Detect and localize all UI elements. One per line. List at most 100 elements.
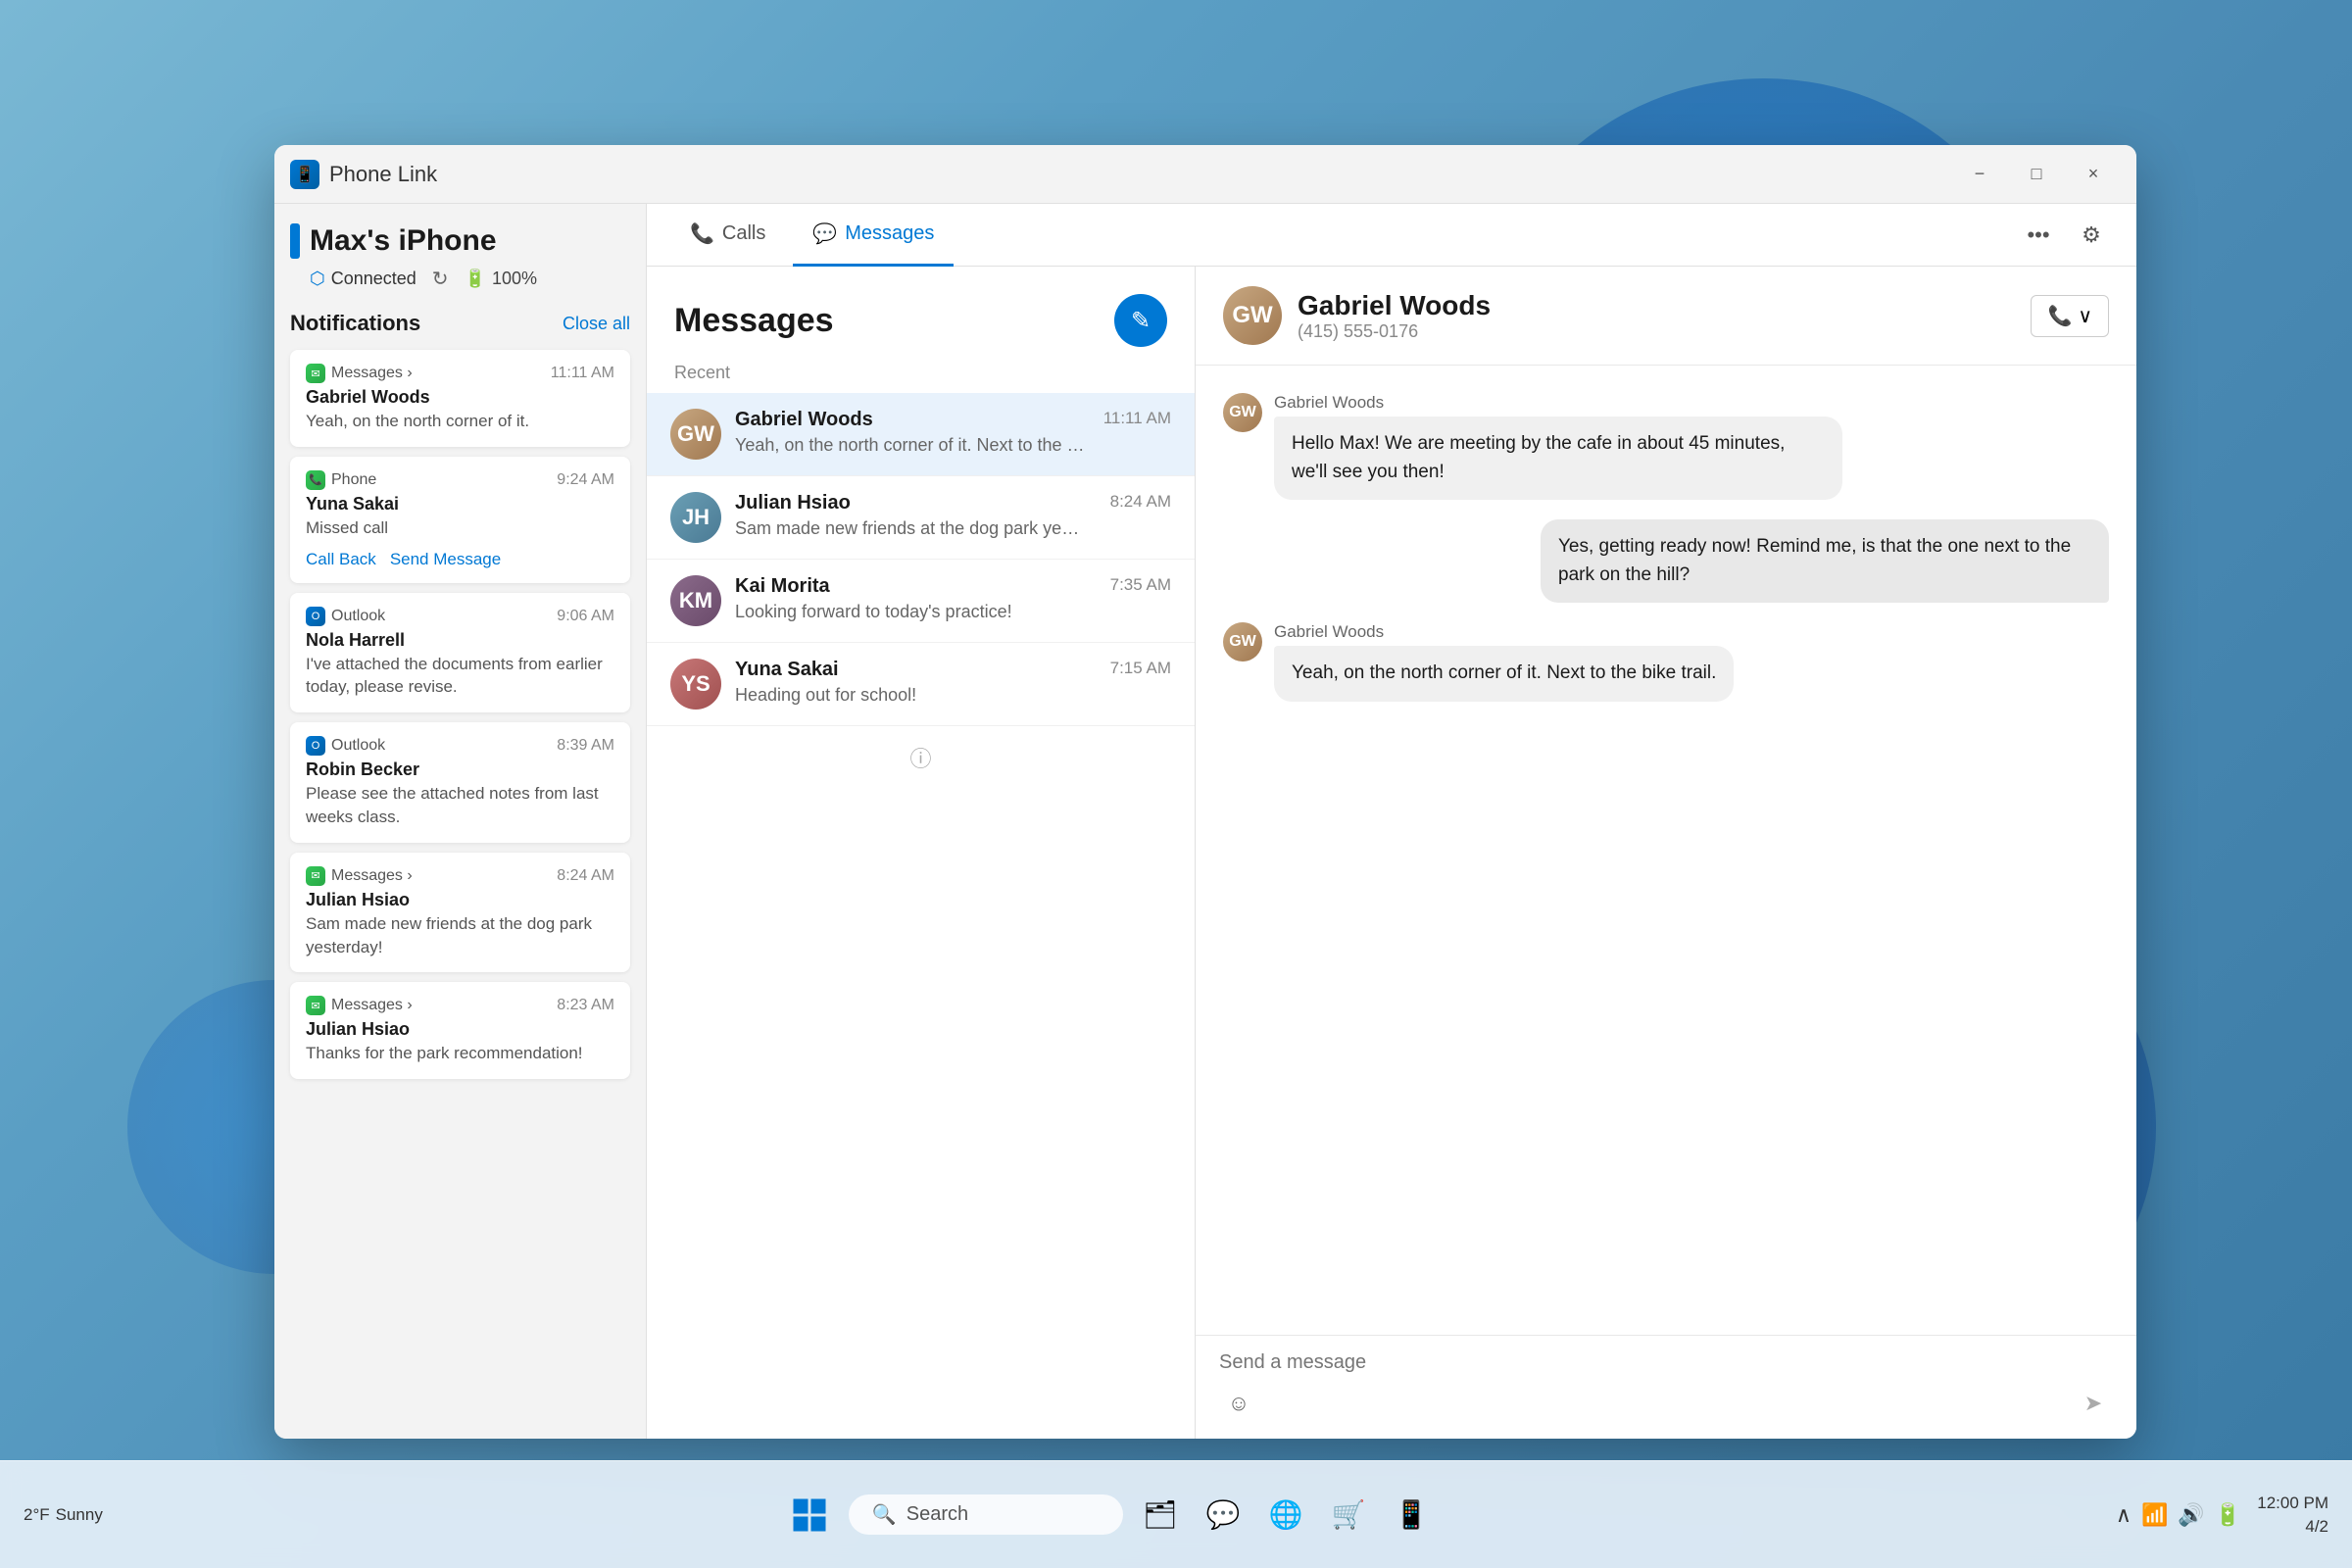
more-options-button[interactable]: ••• — [2017, 214, 2060, 257]
device-color-bar — [290, 223, 300, 259]
call-button[interactable]: 📞 ∨ — [2031, 295, 2109, 337]
msg-name-time: Kai Morita 7:35 AM — [735, 575, 1171, 598]
system-clock[interactable]: 12:00 PM 4/2 — [2257, 1492, 2328, 1539]
battery-level: 100% — [492, 269, 537, 289]
notification-item: O Outlook 8:39 AM Robin Becker Please se… — [290, 722, 630, 843]
info-icon[interactable]: ⓘ — [909, 742, 931, 773]
volume-icon[interactable]: 🔋 — [2215, 1502, 2241, 1528]
notif-time: 9:24 AM — [557, 471, 614, 489]
message-list-item[interactable]: GW Gabriel Woods 11:11 AM Yeah, on the n… — [647, 393, 1195, 476]
notif-app-label: 📞 Phone — [306, 470, 376, 490]
sidebar: Max's iPhone ⬡ Connected ↻ 🔋 100% Notifi — [274, 204, 647, 1439]
send-button[interactable]: ➤ — [2074, 1384, 2113, 1423]
start-button[interactable] — [782, 1488, 837, 1543]
sender-avatar: GW — [1223, 622, 1262, 662]
taskbar-center: 🔍 Search 🗂 💬 🌐 🛒 📱 — [782, 1488, 1437, 1543]
expand-tray-icon[interactable]: ∧ — [2116, 1502, 2132, 1528]
message-content: Yuna Sakai 7:15 AM Heading out for schoo… — [735, 659, 1171, 706]
notif-time: 11:11 AM — [551, 365, 614, 382]
minimize-button[interactable]: − — [1952, 155, 2007, 194]
messages-icon: 💬 — [812, 221, 837, 246]
message-content: Julian Hsiao 8:24 AM Sam made new friend… — [735, 492, 1171, 539]
tab-calls[interactable]: 📞 Calls — [670, 204, 785, 267]
chat-contact-avatar: GW — [1223, 286, 1282, 345]
chat-panel: GW Gabriel Woods (415) 555-0176 📞 ∨ — [1196, 267, 2136, 1439]
msg-name-time: Julian Hsiao 8:24 AM — [735, 492, 1171, 514]
network-icon[interactable]: 📶 — [2141, 1502, 2168, 1528]
notification-item: ✉ Messages › 8:24 AM Julian Hsiao Sam ma… — [290, 853, 630, 973]
message-preview: Looking forward to today's practice! — [735, 602, 1088, 622]
send-message-button[interactable]: Send Message — [390, 550, 501, 569]
messages-app-icon: ✉ — [306, 866, 325, 886]
app-title: Phone Link — [329, 162, 437, 187]
call-back-button[interactable]: Call Back — [306, 550, 376, 569]
notif-header-row: ✉ Messages › 8:24 AM — [306, 866, 614, 886]
sender-label: Gabriel Woods — [1274, 393, 1842, 413]
notif-message: Thanks for the park recommendation! — [306, 1042, 614, 1065]
notif-actions: Call Back Send Message — [306, 550, 614, 569]
taskbar-icon-widgets[interactable]: 🗂 — [1135, 1490, 1186, 1541]
wifi-icon[interactable]: 🔊 — [2178, 1502, 2204, 1528]
notification-item: ✉ Messages › 8:23 AM Julian Hsiao Thanks… — [290, 982, 630, 1079]
message-list-item[interactable]: JH Julian Hsiao 8:24 AM Sam made new fri… — [647, 476, 1195, 560]
chat-input-area: ☺ ➤ — [1196, 1335, 2136, 1439]
notifications-header: Notifications Close all — [290, 311, 630, 336]
close-all-button[interactable]: Close all — [563, 314, 630, 334]
message-preview: Heading out for school! — [735, 685, 1088, 706]
contact-name: Kai Morita — [735, 575, 830, 598]
contact-name: Gabriel Woods — [735, 409, 873, 431]
tabs-right: ••• ⚙ — [2017, 214, 2113, 257]
maximize-button[interactable]: □ — [2009, 155, 2064, 194]
taskbar: 2°F Sunny 🔍 Search 🗂 💬 🌐 🛒 📱 ∧ 📶 🔊 🔋 — [0, 1460, 2352, 1568]
message-time: 8:24 AM — [1110, 492, 1171, 514]
message-list-item[interactable]: KM Kai Morita 7:35 AM Looking forward to… — [647, 560, 1195, 643]
message-bubble-wrapper: Gabriel Woods Hello Max! We are meeting … — [1274, 393, 1842, 500]
taskbar-right: ∧ 📶 🔊 🔋 12:00 PM 4/2 — [2116, 1492, 2328, 1539]
message-input[interactable] — [1219, 1351, 2113, 1374]
compose-button[interactable]: ✎ — [1114, 294, 1167, 347]
chat-message-outgoing: Yes, getting ready now! Remind me, is th… — [1223, 519, 2109, 603]
notif-message: Sam made new friends at the dog park yes… — [306, 912, 614, 959]
notif-app-label: ✉ Messages › — [306, 866, 413, 886]
notif-time: 9:06 AM — [557, 608, 614, 625]
notif-sender: Julian Hsiao — [306, 890, 614, 910]
message-bubble: Yeah, on the north corner of it. Next to… — [1274, 646, 1734, 702]
message-time: 11:11 AM — [1103, 409, 1171, 431]
messages-panel: Messages ✎ Recent GW Gabriel Woods 11:11… — [647, 267, 1196, 1439]
taskbar-icon-browser[interactable]: 🌐 — [1260, 1490, 1311, 1541]
app-logo-icon: 📱 — [290, 160, 319, 189]
content-area: 📞 Calls 💬 Messages ••• ⚙ — [647, 204, 2136, 1439]
chat-header-left: GW Gabriel Woods (415) 555-0176 — [1223, 286, 1491, 345]
sender-avatar: GW — [1223, 393, 1262, 432]
notification-item: 📞 Phone 9:24 AM Yuna Sakai Missed call C… — [290, 457, 630, 583]
messages-footer: ⓘ — [647, 726, 1195, 789]
emoji-button[interactable]: ☺ — [1219, 1384, 1258, 1423]
taskbar-icon-store[interactable]: 🛒 — [1323, 1490, 1374, 1541]
contact-avatar: GW — [670, 409, 721, 460]
msg-name-time: Gabriel Woods 11:11 AM — [735, 409, 1171, 431]
chat-input-actions: ☺ ➤ — [1219, 1384, 2113, 1423]
taskbar-icon-phonelink[interactable]: 📱 — [1386, 1490, 1437, 1541]
contact-avatar: KM — [670, 575, 721, 626]
close-button[interactable]: × — [2066, 155, 2121, 194]
taskbar-search-bar[interactable]: 🔍 Search — [849, 1494, 1123, 1535]
chat-messages: GW Gabriel Woods Hello Max! We are meeti… — [1196, 366, 2136, 1335]
message-list-item[interactable]: YS Yuna Sakai 7:15 AM Heading out for sc… — [647, 643, 1195, 726]
messages-panel-title: Messages — [674, 302, 834, 340]
app-window: 📱 Phone Link − □ × Max's iPhone ⬡ Connec… — [274, 145, 2136, 1439]
notif-header-row: O Outlook 8:39 AM — [306, 736, 614, 756]
msg-name-time: Yuna Sakai 7:15 AM — [735, 659, 1171, 681]
taskbar-icon-chat[interactable]: 💬 — [1198, 1490, 1249, 1541]
device-status: ⬡ Connected ↻ 🔋 100% — [290, 267, 630, 291]
tab-messages[interactable]: 💬 Messages — [793, 204, 954, 267]
notification-item: ✉ Messages › 11:11 AM Gabriel Woods Yeah… — [290, 350, 630, 447]
device-name: Max's iPhone — [310, 224, 497, 258]
messages-app-icon: ✉ — [306, 996, 325, 1015]
notif-message: Missed call — [306, 516, 614, 540]
refresh-icon[interactable]: ↻ — [432, 267, 449, 291]
chat-contact-name: Gabriel Woods — [1298, 290, 1491, 321]
contact-avatar: YS — [670, 659, 721, 710]
settings-button[interactable]: ⚙ — [2070, 214, 2113, 257]
phone-app-icon: 📞 — [306, 470, 325, 490]
chat-contact-info: Gabriel Woods (415) 555-0176 — [1298, 290, 1491, 342]
